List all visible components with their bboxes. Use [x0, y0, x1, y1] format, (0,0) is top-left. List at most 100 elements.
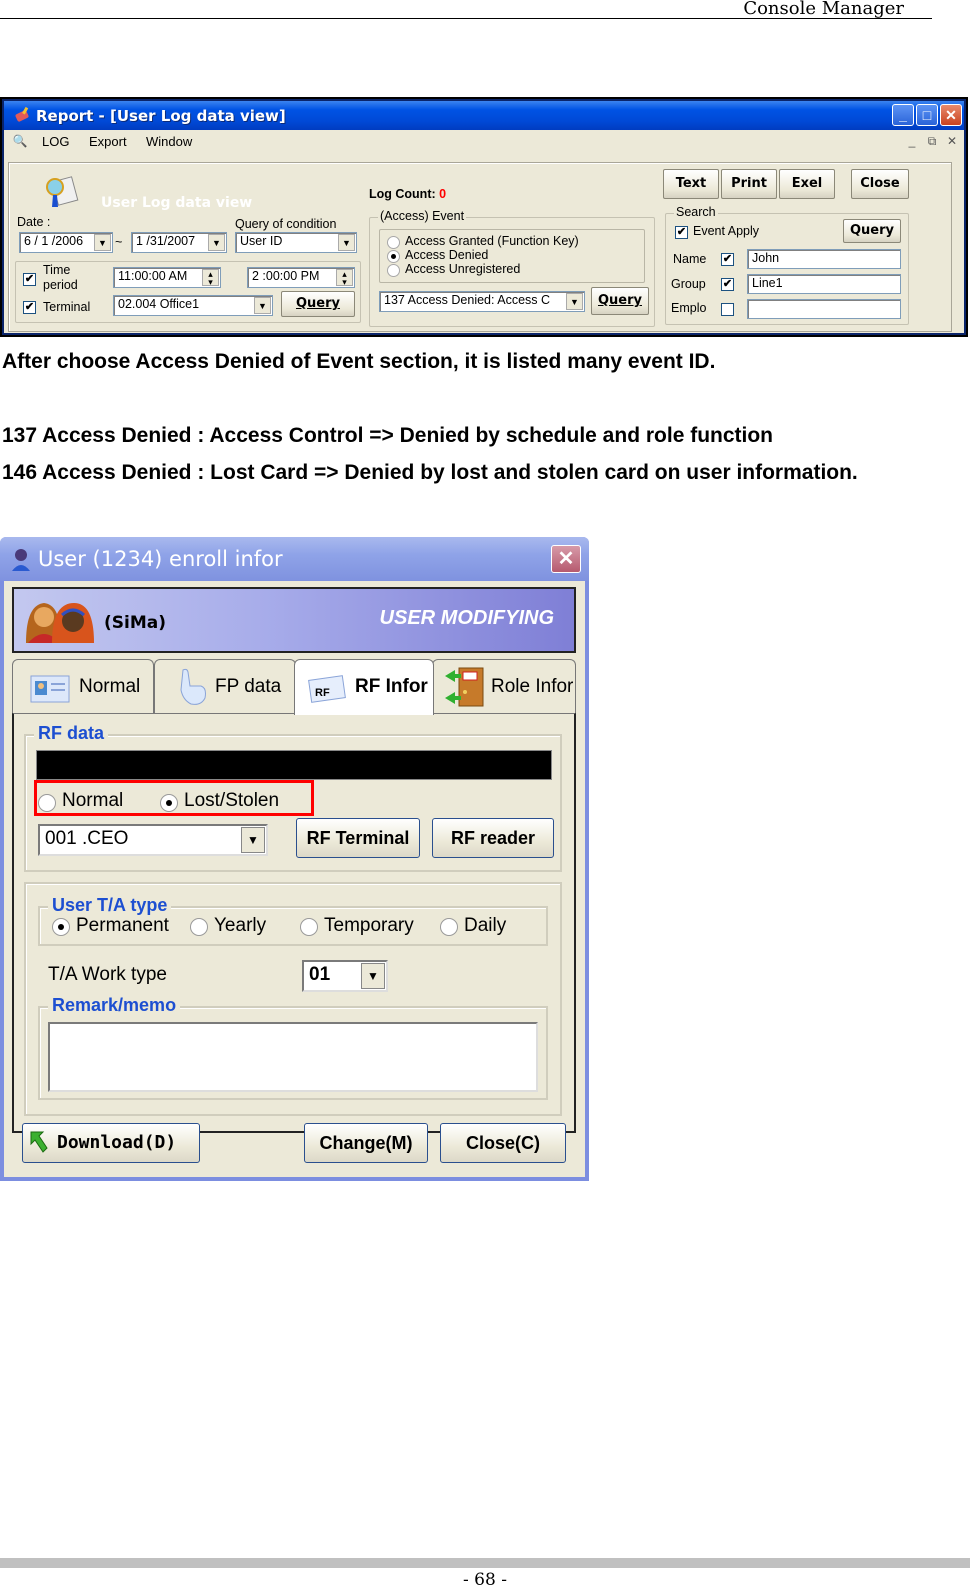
maximize-button[interactable]: □	[916, 104, 938, 126]
chevron-down-icon[interactable]: ▼	[338, 234, 355, 251]
close-window-button[interactable]: ✕	[940, 104, 962, 126]
date-from-picker[interactable]: 6 / 1 /2006 ▼	[19, 232, 113, 253]
event-id-select[interactable]: 137 Access Denied: Access C ▼	[379, 291, 585, 312]
ta-work-type-select[interactable]: 01 ▼	[302, 960, 388, 992]
exit-door-icon	[445, 667, 484, 707]
event-radio-unregistered[interactable]	[387, 264, 400, 277]
menu-window[interactable]: Window	[146, 134, 192, 149]
enroll-title-bar[interactable]: User (1234) enroll infor ✕	[0, 537, 589, 581]
mdi-restore-icon[interactable]: ⧉	[924, 133, 940, 149]
spin-updown-icon[interactable]: ▴ ▾	[336, 269, 353, 287]
time-period-checkbox[interactable]: ✔	[23, 273, 36, 286]
rf-card-number-field[interactable]	[36, 750, 552, 780]
rf-select-value: 001 .CEO	[45, 828, 129, 849]
tab-fp-data[interactable]: FP data	[154, 659, 296, 713]
ta-type-group: User T/A type Permanent Yearly Temporary…	[38, 895, 548, 946]
text-button-label: Text	[675, 176, 707, 191]
menu-log[interactable]: LOG	[42, 134, 69, 149]
emplo-checkbox[interactable]	[721, 303, 734, 316]
rf-terminal-button[interactable]: RF Terminal	[296, 818, 420, 858]
download-button[interactable]: Download(D)	[22, 1123, 200, 1163]
ta-yearly-radio[interactable]	[190, 918, 208, 936]
group-input[interactable]: Line1	[747, 274, 901, 294]
group-checkbox[interactable]: ✔	[721, 278, 734, 291]
name-checkbox[interactable]: ✔	[721, 253, 734, 266]
ta-work-type-label: T/A Work type	[48, 964, 167, 985]
page-number: - 68 -	[463, 1570, 507, 1590]
mdi-close-icon[interactable]: ✕	[944, 133, 960, 149]
chevron-down-icon[interactable]: ▼	[94, 234, 111, 251]
tab-normal[interactable]: Normal	[12, 659, 154, 713]
ta-permanent-radio[interactable]	[52, 918, 70, 936]
terminal-select[interactable]: 02.004 Office1 ▼	[113, 295, 273, 316]
chevron-down-icon[interactable]: ▼	[361, 963, 385, 989]
spin-updown-icon[interactable]: ▴ ▾	[202, 269, 219, 287]
tab-rf-infor[interactable]: RF RF Infor	[294, 659, 434, 715]
page-header-title: Console Manager	[743, 0, 904, 19]
date-to-picker[interactable]: 1 /31/2007 ▼	[131, 232, 227, 253]
name-value: John	[752, 251, 780, 265]
rf-terminal-select[interactable]: 001 .CEO ▼	[38, 824, 268, 856]
event-option-granted: Access Granted (Function Key)	[405, 234, 579, 248]
date-from-value: 6 / 1 /2006	[24, 234, 84, 248]
chevron-down-icon[interactable]: ▼	[208, 234, 225, 251]
chevron-down-icon[interactable]: ▼	[254, 297, 271, 314]
close-button-label: Close	[860, 176, 900, 191]
id-card-icon	[30, 675, 70, 703]
text-button[interactable]: Text	[663, 169, 719, 199]
ta-daily-radio[interactable]	[440, 918, 458, 936]
svg-text:RF: RF	[315, 687, 330, 699]
report-app-icon	[15, 106, 29, 122]
report-title-bar[interactable]: Report - [User Log data view] _ □ ✕	[4, 101, 964, 130]
enroll-close-icon[interactable]: ✕	[551, 545, 581, 573]
ta-daily-label: Daily	[464, 915, 507, 936]
rf-reader-button[interactable]: RF reader	[432, 818, 554, 858]
event-apply-checkbox[interactable]: ✔	[675, 226, 688, 239]
ta-temporary-radio[interactable]	[300, 918, 318, 936]
exel-button[interactable]: Exel	[779, 169, 835, 199]
time-from-value: 11:00:00 AM	[118, 269, 188, 283]
mdi-minimize-icon[interactable]: _	[904, 133, 920, 149]
terminal-checkbox[interactable]: ✔	[23, 301, 36, 314]
search-query-label: Query	[849, 223, 894, 238]
print-button[interactable]: Print	[721, 169, 777, 199]
minimize-button[interactable]: _	[892, 104, 914, 126]
tab-role-infor[interactable]: Role Infor	[432, 659, 576, 713]
remark-textarea[interactable]	[48, 1022, 538, 1092]
emplo-input[interactable]	[747, 299, 901, 319]
event-query-label: Query	[597, 293, 642, 308]
users-avatar-icon	[26, 603, 94, 643]
mode-label: USER MODIFYING	[379, 607, 554, 629]
event-radio-denied[interactable]	[387, 250, 400, 263]
log-count-label: Log Count: 0	[369, 187, 446, 201]
query-button[interactable]: Query	[281, 291, 355, 317]
change-button[interactable]: Change(M)	[304, 1123, 428, 1163]
chevron-down-icon[interactable]: ▼	[241, 827, 265, 853]
event-radio-granted[interactable]	[387, 236, 400, 249]
menu-export[interactable]: Export	[89, 134, 127, 149]
paragraph-intro: After choose Access Denied of Event sect…	[2, 350, 716, 373]
lost-stolen-highlight-box	[34, 780, 314, 816]
close-button[interactable]: Close	[851, 169, 909, 199]
report-client-area: User Log data view Date : 6 / 1 /2006 ▼ …	[4, 154, 964, 333]
paragraph-event-137: 137 Access Denied : Access Control => De…	[2, 424, 774, 447]
query-condition-label: Query of condition	[235, 217, 337, 231]
ta-permanent-label: Permanent	[76, 915, 169, 936]
exel-button-label: Exel	[791, 176, 823, 191]
event-query-button[interactable]: Query	[591, 287, 649, 315]
rf-infor-panel: RF data Normal Lost/Stolen 001 .CEO ▼ RF…	[12, 713, 576, 1133]
time-from-field[interactable]: 11:00:00 AM ▴ ▾	[113, 267, 221, 288]
ta-temporary-label: Temporary	[324, 915, 414, 936]
search-query-button[interactable]: Query	[843, 219, 901, 243]
tab-rf-infor-label: RF Infor	[355, 676, 428, 697]
tab-normal-label: Normal	[79, 676, 141, 697]
query-condition-select[interactable]: User ID ▼	[235, 232, 357, 253]
close-enroll-button[interactable]: Close(C)	[440, 1123, 566, 1163]
chevron-down-icon[interactable]: ▼	[566, 293, 583, 310]
time-to-field[interactable]: 2 :00:00 PM ▴ ▾	[247, 267, 355, 288]
name-input[interactable]: John	[747, 249, 901, 269]
query-condition-value: User ID	[240, 234, 283, 248]
tab-fp-data-label: FP data	[215, 676, 282, 697]
search-group-label: Search	[674, 205, 718, 219]
enroll-dialog-body: (SiMa) USER MODIFYING Normal FP data RF	[4, 581, 585, 1177]
